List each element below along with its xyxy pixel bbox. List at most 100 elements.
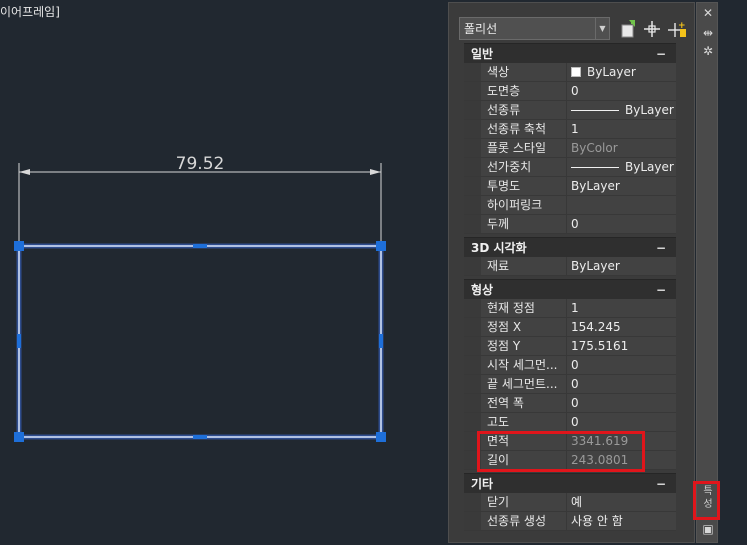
property-row[interactable]: 닫기 예 bbox=[464, 493, 676, 512]
row-gutter bbox=[464, 158, 481, 176]
dimension-text: 79.52 bbox=[176, 154, 225, 174]
collapse-icon[interactable]: − bbox=[656, 283, 666, 297]
property-value[interactable]: ByLayer bbox=[567, 257, 676, 275]
property-value[interactable]: ByLayer bbox=[567, 101, 676, 119]
property-value-text: 0 bbox=[571, 377, 579, 391]
property-value[interactable]: 사용 안 함 bbox=[567, 512, 676, 530]
property-name: 고도 bbox=[481, 413, 567, 431]
property-value[interactable]: 예 bbox=[567, 493, 676, 511]
row-gutter bbox=[464, 120, 481, 138]
property-row[interactable]: 면적 3341.619 bbox=[464, 432, 676, 451]
property-row[interactable]: 두께 0 bbox=[464, 215, 676, 234]
object-type-dropdown[interactable]: 폴리선 ▼ bbox=[459, 17, 610, 40]
property-value[interactable]: ByLayer bbox=[567, 177, 676, 195]
property-name: 두께 bbox=[481, 215, 567, 233]
palette-icon[interactable]: ▣ bbox=[700, 521, 716, 537]
properties-tab-label[interactable]: 특성 bbox=[699, 485, 717, 517]
quick-select-icon[interactable] bbox=[619, 19, 639, 39]
property-row[interactable]: 하이퍼링크 bbox=[464, 196, 676, 215]
property-row[interactable]: 선가중치 ByLayer bbox=[464, 158, 676, 177]
property-value[interactable]: 154.245 bbox=[567, 318, 676, 336]
property-row[interactable]: 길이 243.0801 bbox=[464, 451, 676, 470]
select-objects-icon[interactable] bbox=[642, 19, 662, 39]
row-gutter bbox=[464, 413, 481, 431]
drawing-canvas[interactable]: 79.52 bbox=[0, 0, 447, 545]
property-value-text: ByLayer bbox=[625, 160, 674, 174]
grip-bottom-left bbox=[14, 432, 24, 442]
row-gutter bbox=[464, 337, 481, 355]
property-name: 도면층 bbox=[481, 82, 567, 100]
property-value[interactable]: 0 bbox=[567, 215, 676, 233]
property-value-text: 0 bbox=[571, 415, 579, 429]
property-value[interactable]: 3341.619 bbox=[567, 432, 676, 450]
property-row[interactable]: 선종류 축척 1 bbox=[464, 120, 676, 139]
property-row[interactable]: 정점 Y 175.5161 bbox=[464, 337, 676, 356]
property-value[interactable]: ByLayer bbox=[567, 63, 676, 81]
property-name: 현재 정점 bbox=[481, 299, 567, 317]
collapse-icon[interactable]: − bbox=[656, 47, 666, 61]
palette-title-strip: ✕ ⇹ ✲ 특성 ▣ bbox=[696, 2, 718, 543]
property-value[interactable]: 1 bbox=[567, 299, 676, 317]
property-row[interactable]: 선종류 생성 사용 안 함 bbox=[464, 512, 676, 531]
row-gutter bbox=[464, 196, 481, 214]
property-value-text: 243.0801 bbox=[571, 453, 629, 467]
selected-polyline[interactable] bbox=[18, 245, 382, 438]
property-row[interactable]: 고도 0 bbox=[464, 413, 676, 432]
property-row[interactable]: 재료 ByLayer bbox=[464, 257, 676, 276]
property-value-text: 175.5161 bbox=[571, 339, 629, 353]
property-value[interactable]: 0 bbox=[567, 375, 676, 393]
row-gutter bbox=[464, 63, 481, 81]
dimension-arrow-right bbox=[370, 169, 381, 175]
property-value[interactable]: 0 bbox=[567, 82, 676, 100]
row-gutter bbox=[464, 356, 481, 374]
grip-mid-bottom bbox=[193, 435, 207, 439]
property-name: 하이퍼링크 bbox=[481, 196, 567, 214]
property-row[interactable]: 정점 X 154.245 bbox=[464, 318, 676, 337]
collapse-icon[interactable]: − bbox=[656, 241, 666, 255]
property-value[interactable]: ByLayer bbox=[567, 158, 676, 176]
property-value[interactable]: 1 bbox=[567, 120, 676, 138]
row-gutter bbox=[464, 375, 481, 393]
section-header[interactable]: 3D 시각화 − bbox=[464, 237, 676, 257]
section-header[interactable]: 일반 − bbox=[464, 43, 676, 63]
row-gutter bbox=[464, 139, 481, 157]
auto-hide-icon[interactable]: ⇹ bbox=[700, 25, 716, 41]
row-gutter bbox=[464, 177, 481, 195]
row-gutter bbox=[464, 299, 481, 317]
row-gutter bbox=[464, 493, 481, 511]
property-row[interactable]: 끝 세그먼트... 0 bbox=[464, 375, 676, 394]
polyline-glow bbox=[16, 243, 384, 440]
toggle-pickadd-icon[interactable]: + bbox=[667, 19, 687, 39]
row-gutter bbox=[464, 451, 481, 469]
collapse-icon[interactable]: − bbox=[656, 477, 666, 491]
property-row[interactable]: 전역 폭 0 bbox=[464, 394, 676, 413]
property-value[interactable]: 0 bbox=[567, 394, 676, 412]
property-name: 시작 세그먼... bbox=[481, 356, 567, 374]
property-value[interactable]: 243.0801 bbox=[567, 451, 676, 469]
property-value[interactable] bbox=[567, 196, 676, 214]
settings-icon[interactable]: ✲ bbox=[700, 43, 716, 59]
grip-bottom-right bbox=[376, 432, 386, 442]
property-row[interactable]: 선종류 ByLayer bbox=[464, 101, 676, 120]
property-value[interactable]: 0 bbox=[567, 356, 676, 374]
property-value[interactable]: 175.5161 bbox=[567, 337, 676, 355]
property-name: 선종류 생성 bbox=[481, 512, 567, 530]
property-row[interactable]: 현재 정점 1 bbox=[464, 299, 676, 318]
property-row[interactable]: 시작 세그먼... 0 bbox=[464, 356, 676, 375]
property-row[interactable]: 투명도 ByLayer bbox=[464, 177, 676, 196]
section-header[interactable]: 기타 − bbox=[464, 473, 676, 493]
property-row[interactable]: 도면층 0 bbox=[464, 82, 676, 101]
section-header[interactable]: 형상 − bbox=[464, 279, 676, 299]
close-icon[interactable]: ✕ bbox=[700, 5, 716, 21]
property-value[interactable]: 0 bbox=[567, 413, 676, 431]
property-value[interactable]: ByColor bbox=[567, 139, 676, 157]
property-value-text: 154.245 bbox=[571, 320, 621, 334]
property-value-text: ByColor bbox=[571, 141, 618, 155]
property-row[interactable]: 플롯 스타일 ByColor bbox=[464, 139, 676, 158]
row-gutter bbox=[464, 318, 481, 336]
property-row[interactable]: 색상 ByLayer bbox=[464, 63, 676, 82]
row-gutter bbox=[464, 432, 481, 450]
property-name: 면적 bbox=[481, 432, 567, 450]
property-value-text: 0 bbox=[571, 396, 579, 410]
property-value-text: ByLayer bbox=[625, 103, 674, 117]
